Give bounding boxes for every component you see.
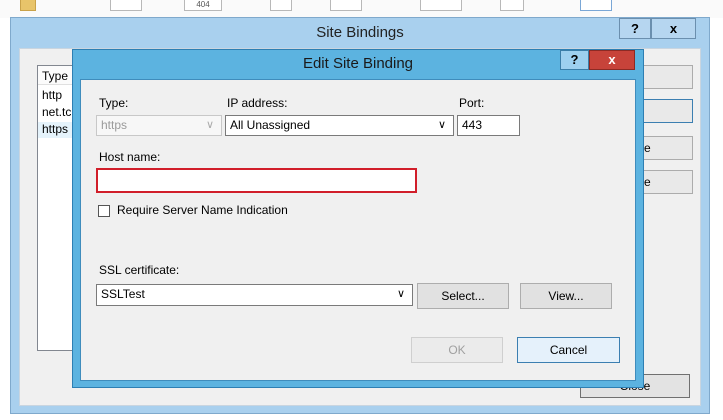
desktop-background-strip: 404: [0, 0, 723, 18]
server-icon: [330, 0, 362, 11]
cancel-button[interactable]: Cancel: [517, 337, 620, 363]
type-label: Type:: [99, 96, 129, 110]
site-bindings-titlebar[interactable]: Site Bindings ? x: [11, 18, 709, 48]
host-name-label: Host name:: [99, 150, 161, 164]
require-sni-checkbox[interactable]: [98, 205, 110, 217]
dialog-close-icon[interactable]: x: [589, 50, 635, 70]
chevron-down-icon: ∨: [438, 119, 447, 131]
checklist-icon: [500, 0, 524, 11]
ssl-certificate-select[interactable]: SSLTest ∨: [96, 284, 413, 306]
dialog-help-button[interactable]: ?: [560, 50, 589, 70]
site-bindings-close-icon[interactable]: x: [651, 18, 696, 39]
port-field[interactable]: 443: [457, 115, 520, 136]
host-name-field[interactable]: [96, 168, 417, 193]
site-bindings-title: Site Bindings: [316, 24, 404, 41]
chevron-down-icon: ∨: [206, 119, 215, 131]
document-icon: [110, 0, 142, 11]
ssl-certificate-label: SSL certificate:: [99, 263, 180, 277]
ip-address-select[interactable]: All Unassigned ∨: [225, 115, 454, 136]
network-icon: [580, 0, 612, 11]
list-item[interactable]: http: [42, 88, 62, 104]
ok-button[interactable]: OK: [411, 337, 503, 363]
site-bindings-help-button[interactable]: ?: [619, 18, 651, 39]
ip-address-label: IP address:: [227, 96, 288, 110]
list-item[interactable]: net.tc: [42, 105, 71, 121]
ssl-certificate-value: SSLTest: [101, 287, 145, 301]
edit-site-binding-dialog: Edit Site Binding ? x Type: IP address: …: [72, 49, 644, 388]
select-certificate-button[interactable]: Select...: [417, 283, 509, 309]
type-select: https ∨: [96, 115, 222, 136]
type-value: https: [101, 118, 128, 132]
gear-icon: [270, 0, 292, 11]
view-certificate-button[interactable]: View...: [520, 283, 612, 309]
chevron-down-icon: ∨: [397, 288, 406, 300]
port-label: Port:: [459, 96, 485, 110]
dialog-title: Edit Site Binding: [302, 55, 414, 72]
folder-icon: [20, 0, 36, 11]
dialog-content: Type: IP address: Port: https ∨ All Unas…: [80, 79, 636, 381]
envelope-icon: [420, 0, 462, 11]
ip-address-value: All Unassigned: [230, 118, 311, 132]
error-404-icon: 404: [184, 0, 222, 11]
require-sni-label[interactable]: Require Server Name Indication: [117, 203, 288, 217]
